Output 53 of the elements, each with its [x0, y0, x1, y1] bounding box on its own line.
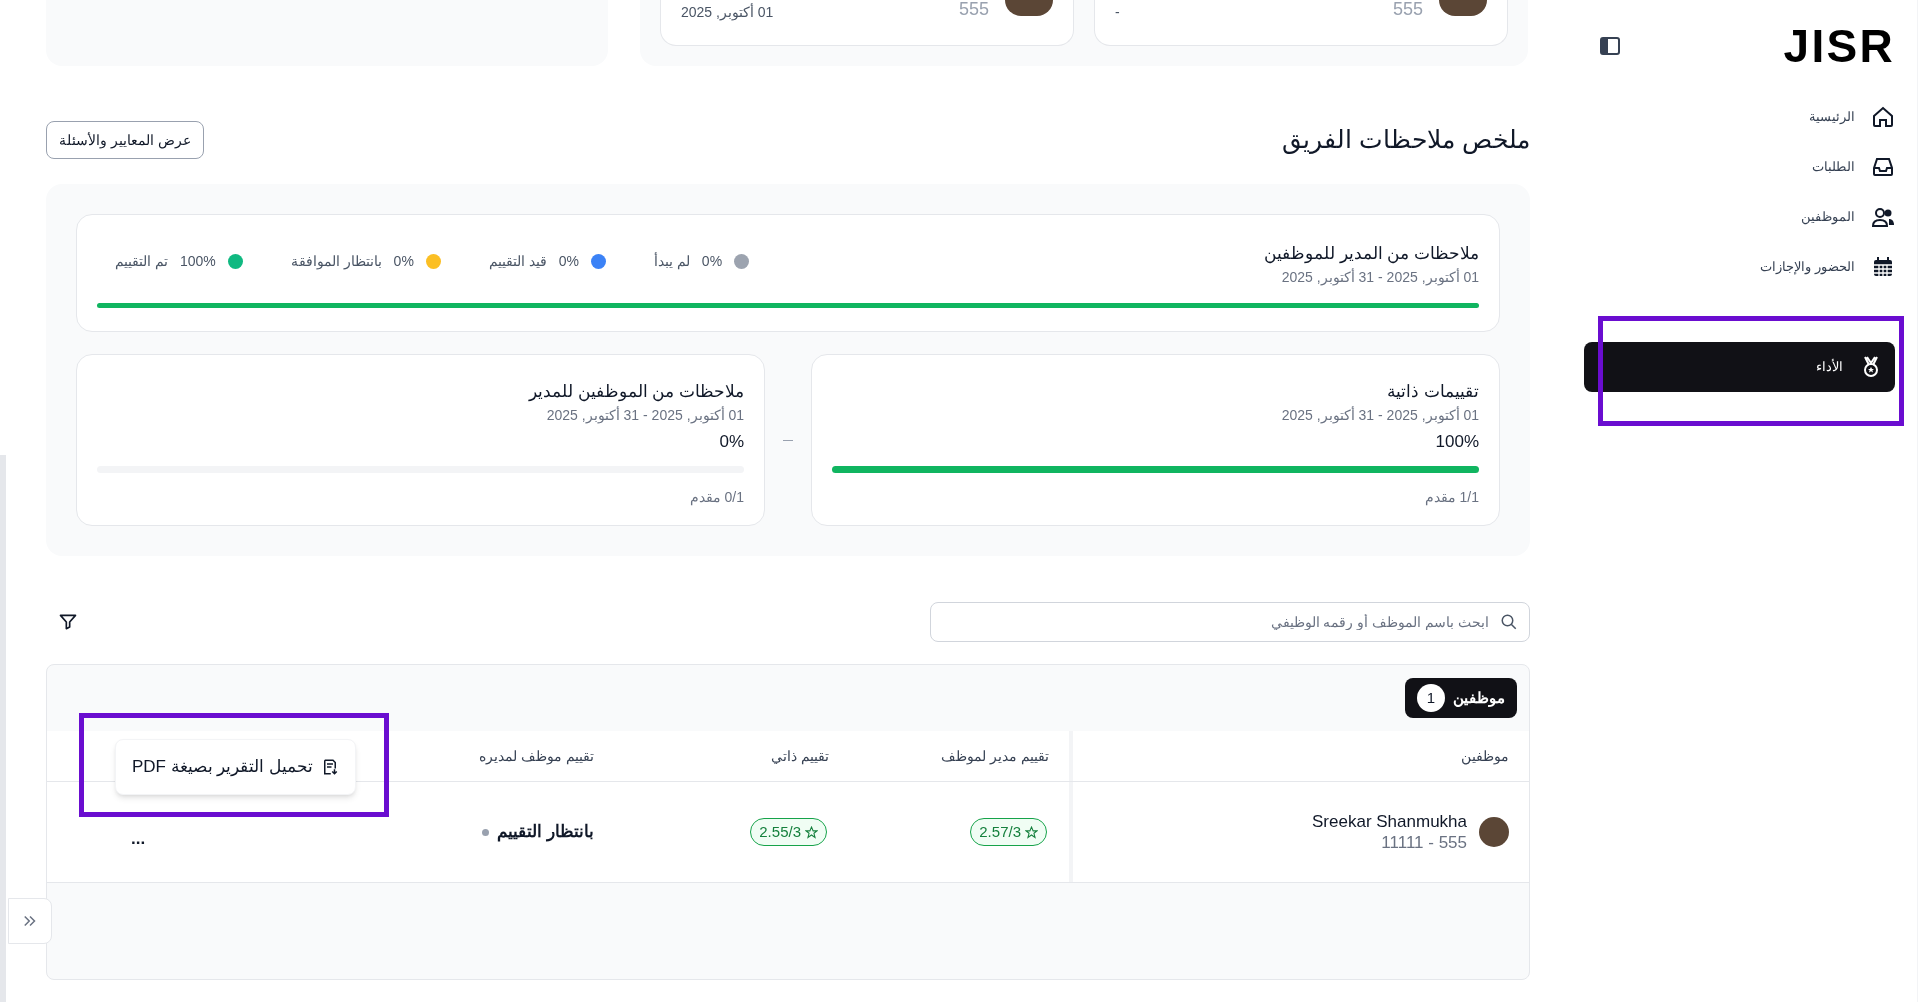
home-icon — [1871, 104, 1895, 129]
employee-code: 11111 - 555 — [1381, 832, 1467, 854]
column-header: تقييم موظف لمديره — [478, 747, 595, 766]
download-pdf-menu-item[interactable]: تحميل التقرير بصيغة PDF — [115, 739, 357, 795]
sidebar-item[interactable]: الرئيسية — [1598, 102, 1895, 131]
calendar-icon — [1871, 254, 1895, 279]
star-icon — [805, 825, 818, 839]
column-header: تقييم مدير لموظف — [940, 747, 1050, 766]
employee-code: 555 — [958, 0, 989, 18]
more-button[interactable]: ... — [131, 826, 146, 852]
card-title: تقييمات ذاتية — [1386, 381, 1479, 403]
avatar — [1005, 0, 1053, 16]
card-date: - — [1115, 3, 1120, 22]
card-date: 01 أكتوبر, 2025 — [681, 2, 774, 23]
legend-percent: 0% — [393, 252, 414, 271]
completion-percent: 100% — [1434, 430, 1479, 453]
legend-label: بانتظار الموافقة — [290, 252, 382, 271]
connector-line — [783, 439, 793, 441]
section-title: ملخص ملاحظات الفريق — [1282, 124, 1530, 156]
legend-label: تم التقييم — [115, 252, 168, 271]
star-icon — [1025, 825, 1038, 839]
sidebar-toggle-icon[interactable] — [1598, 34, 1622, 58]
completion-percent: 0% — [718, 430, 744, 453]
date-range: 01 أكتوبر, 2025 - 31 أكتوبر, 2025 — [1280, 267, 1479, 287]
rating-badge: 2.57/3 — [970, 818, 1047, 846]
date-range: 01 أكتوبر, 2025 - 31 أكتوبر, 2025 — [1280, 405, 1479, 425]
avatar — [1439, 0, 1487, 16]
employee-name: Sreekar Shanmukha — [1312, 810, 1467, 832]
sidebar-item[interactable]: الحضور والإجازات — [1598, 252, 1895, 281]
legend-label: قيد التقييم — [488, 252, 547, 271]
filter-icon[interactable] — [58, 612, 78, 632]
submitted-count: 0/1 مقدم — [688, 488, 744, 507]
avatar — [1479, 817, 1509, 847]
document-download-icon — [321, 758, 340, 776]
sidebar-item[interactable]: الطلبات — [1598, 152, 1895, 181]
criteria-button[interactable]: عرض المعايير والأسئلة — [46, 121, 204, 159]
count-badge: 1 — [1417, 684, 1445, 712]
legend-percent: 0% — [558, 252, 579, 271]
legend-percent: 0% — [701, 252, 723, 271]
logo: JISR — [1783, 23, 1895, 69]
submitted-count: 1/1 مقدم — [1423, 488, 1479, 507]
rating-badge: 2.55/3 — [750, 818, 827, 846]
column-header: تقييم ذاتي — [770, 747, 830, 766]
legend-label: لم يبدأ — [653, 251, 690, 271]
sidebar-item[interactable]: الموظفين — [1598, 202, 1895, 231]
legend-percent: 100% — [179, 252, 216, 271]
search-icon — [1500, 613, 1518, 631]
status-text: بانتظار التقييم — [497, 821, 594, 844]
card-title: ملاحظات من المدير للموظفين — [1263, 243, 1479, 266]
sidebar-item[interactable]: الأداء — [1584, 342, 1895, 392]
card-title: ملاحظات من الموظفين للمدير — [527, 381, 744, 404]
employee-code: 555 — [1392, 0, 1423, 18]
date-range: 01 أكتوبر, 2025 - 31 أكتوبر, 2025 — [545, 405, 744, 425]
